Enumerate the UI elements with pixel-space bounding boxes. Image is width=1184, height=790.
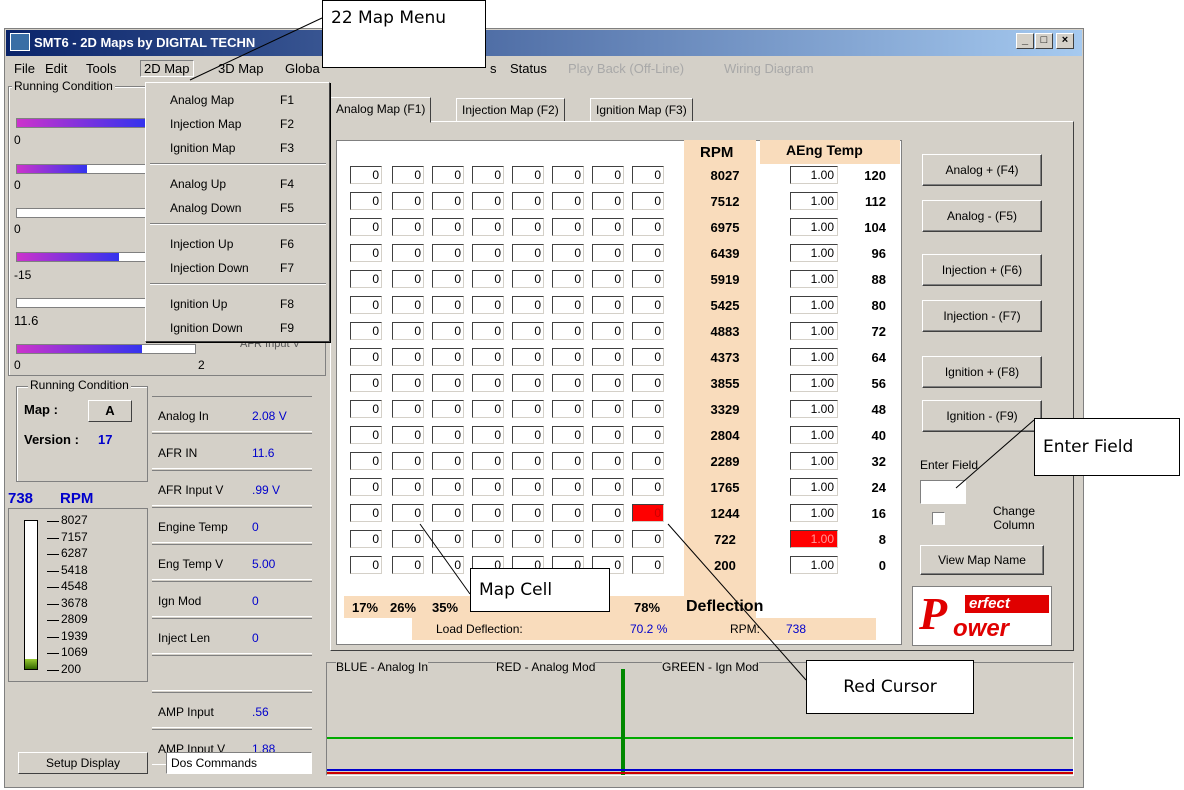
callout-map-menu: 22 Map Menu xyxy=(322,0,486,68)
callout-leaders xyxy=(189,17,1035,681)
callout-red-cursor: Red Cursor xyxy=(806,660,974,714)
callout-map-cell: Map Cell xyxy=(470,568,610,612)
callout-enter-field: Enter Field xyxy=(1034,418,1180,476)
